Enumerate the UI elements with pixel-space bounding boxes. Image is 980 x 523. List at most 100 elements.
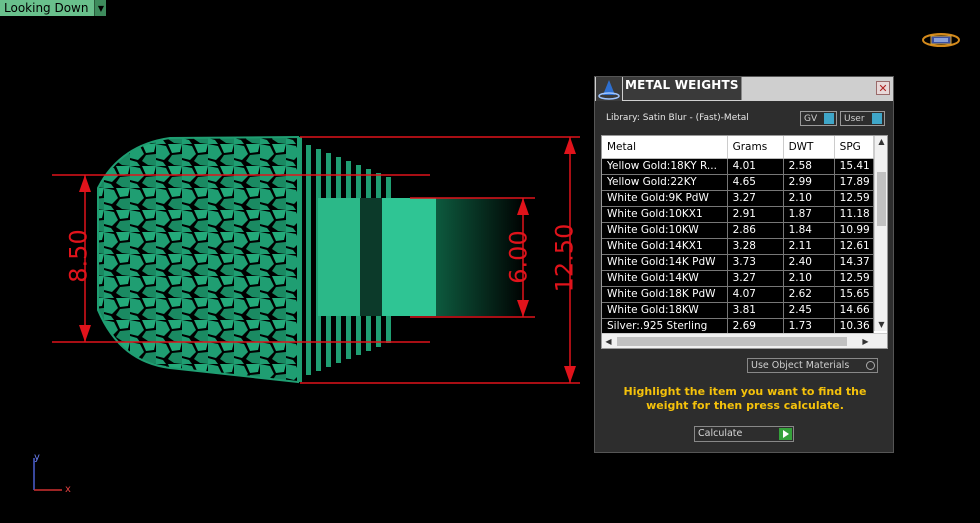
table-row[interactable]: White Gold:18K PdW 4.07 2.62 15.65 — [602, 287, 874, 303]
scroll-left-icon[interactable]: ◀ — [602, 334, 615, 348]
view-dropdown[interactable]: Looking Down ▼ — [0, 0, 107, 16]
toggle-indicator-icon — [872, 113, 882, 124]
ring-model[interactable] — [0, 100, 600, 500]
cell-spg: 12.59 — [835, 271, 874, 286]
cell-spg: 10.36 — [835, 319, 874, 334]
axis-x-label: x — [65, 484, 71, 495]
cell-grams: 4.01 — [728, 159, 784, 174]
cell-dwt: 2.58 — [784, 159, 835, 174]
cell-dwt: 2.99 — [784, 175, 835, 190]
table-row[interactable]: White Gold:9K PdW 3.27 2.10 12.59 — [602, 191, 874, 207]
scale-icon — [596, 77, 622, 101]
cell-spg: 15.41 — [835, 159, 874, 174]
cell-spg: 11.18 — [835, 207, 874, 222]
radio-icon — [866, 361, 875, 370]
dim-label-inner: 6.00 — [504, 230, 533, 284]
panel-header[interactable]: METAL WEIGHTS ✕ — [595, 77, 893, 101]
table-row[interactable]: Yellow Gold:18KY R... 4.01 2.58 15.41 — [602, 159, 874, 175]
cell-metal: Yellow Gold:22KY — [602, 175, 728, 190]
cell-grams: 3.27 — [728, 271, 784, 286]
dim-label-outer: 12.50 — [550, 223, 579, 293]
column-header-dwt[interactable]: DWT — [784, 136, 835, 158]
cell-grams: 2.86 — [728, 223, 784, 238]
cell-spg: 14.37 — [835, 255, 874, 270]
column-header-grams[interactable]: Grams — [728, 136, 784, 158]
table-body: Yellow Gold:18KY R... 4.01 2.58 15.41 Yellow… — [602, 159, 874, 335]
cell-metal: White Gold:10KX1 — [602, 207, 728, 222]
calculate-label: Calculate — [698, 428, 743, 439]
cell-dwt: 2.62 — [784, 287, 835, 302]
scroll-thumb[interactable] — [877, 172, 886, 226]
cell-dwt: 1.73 — [784, 319, 835, 334]
cell-spg: 14.66 — [835, 303, 874, 318]
view-label: Looking Down — [4, 1, 89, 15]
calculate-button[interactable]: Calculate — [694, 426, 794, 442]
instruction-text: Highlight the item you want to find the … — [623, 385, 867, 412]
cell-grams: 2.91 — [728, 207, 784, 222]
gv-toggle-label: GV — [804, 113, 818, 124]
cell-grams: 3.28 — [728, 239, 784, 254]
user-toggle[interactable]: User — [840, 111, 885, 126]
table-header: Metal Grams DWT SPG — [602, 136, 874, 159]
cell-spg: 15.65 — [835, 287, 874, 302]
cell-spg: 12.59 — [835, 191, 874, 206]
cell-metal: White Gold:14K PdW — [602, 255, 728, 270]
scroll-up-icon[interactable]: ▲ — [875, 136, 887, 148]
cell-grams: 2.69 — [728, 319, 784, 334]
cell-dwt: 1.87 — [784, 207, 835, 222]
table-row[interactable]: White Gold:18KW 3.81 2.45 14.66 — [602, 303, 874, 319]
cell-dwt: 2.11 — [784, 239, 835, 254]
cell-metal: White Gold:18KW — [602, 303, 728, 318]
play-icon — [779, 428, 792, 440]
cell-dwt: 2.10 — [784, 271, 835, 286]
column-header-spg[interactable]: SPG — [835, 136, 874, 158]
vertical-scrollbar[interactable]: ▲ ▼ — [874, 136, 887, 331]
cell-metal: White Gold:9K PdW — [602, 191, 728, 206]
cell-grams: 3.81 — [728, 303, 784, 318]
cell-spg: 10.99 — [835, 223, 874, 238]
metal-table[interactable]: Metal Grams DWT SPG Yellow Gold:18KY R..… — [601, 135, 888, 349]
cell-grams: 4.07 — [728, 287, 784, 302]
axis-y-label: y — [34, 452, 40, 463]
app-logo-icon — [922, 33, 960, 47]
table-row[interactable]: White Gold:14KX1 3.28 2.11 12.61 — [602, 239, 874, 255]
cell-grams: 3.27 — [728, 191, 784, 206]
cell-metal: White Gold:14KW — [602, 271, 728, 286]
table-row[interactable]: White Gold:10KX1 2.91 1.87 11.18 — [602, 207, 874, 223]
cell-grams: 3.73 — [728, 255, 784, 270]
toggle-indicator-icon — [824, 113, 834, 124]
use-object-materials-label: Use Object Materials — [751, 360, 850, 371]
gv-toggle[interactable]: GV — [800, 111, 837, 126]
cell-metal: Silver:.925 Sterling — [602, 319, 728, 334]
library-label: Library: Satin Blur - (Fast)-Metal — [606, 113, 749, 123]
cell-metal: Yellow Gold:18KY R... — [602, 159, 728, 174]
scroll-down-icon[interactable]: ▼ — [875, 319, 887, 331]
use-object-materials-button[interactable]: Use Object Materials — [747, 358, 878, 373]
column-header-metal[interactable]: Metal — [602, 136, 728, 158]
chevron-down-icon[interactable]: ▼ — [94, 0, 107, 16]
table-row[interactable]: White Gold:14KW 3.27 2.10 12.59 — [602, 271, 874, 287]
cell-dwt: 2.40 — [784, 255, 835, 270]
panel-title: METAL WEIGHTS — [625, 78, 739, 92]
cell-spg: 12.61 — [835, 239, 874, 254]
cell-dwt: 2.45 — [784, 303, 835, 318]
table-row[interactable]: White Gold:10KW 2.86 1.84 10.99 — [602, 223, 874, 239]
close-button[interactable]: ✕ — [876, 81, 890, 95]
dim-label-left: 8.50 — [64, 229, 93, 283]
user-toggle-label: User — [844, 113, 865, 124]
cell-metal: White Gold:10KW — [602, 223, 728, 238]
scroll-thumb[interactable] — [617, 337, 847, 346]
cell-metal: White Gold:18K PdW — [602, 287, 728, 302]
horizontal-scrollbar[interactable]: ◀ ▶ — [602, 333, 887, 348]
table-row[interactable]: Yellow Gold:22KY 4.65 2.99 17.89 — [602, 175, 874, 191]
cell-dwt: 1.84 — [784, 223, 835, 238]
metal-weights-panel: METAL WEIGHTS ✕ Library: Satin Blur - (F… — [594, 76, 894, 453]
table-row[interactable]: White Gold:14K PdW 3.73 2.40 14.37 — [602, 255, 874, 271]
axis-indicator-icon: y x — [33, 452, 71, 495]
cell-spg: 17.89 — [835, 175, 874, 190]
scroll-right-icon[interactable]: ▶ — [859, 334, 872, 348]
cell-grams: 4.65 — [728, 175, 784, 190]
cell-dwt: 2.10 — [784, 191, 835, 206]
cell-metal: White Gold:14KX1 — [602, 239, 728, 254]
close-icon: ✕ — [878, 82, 888, 95]
